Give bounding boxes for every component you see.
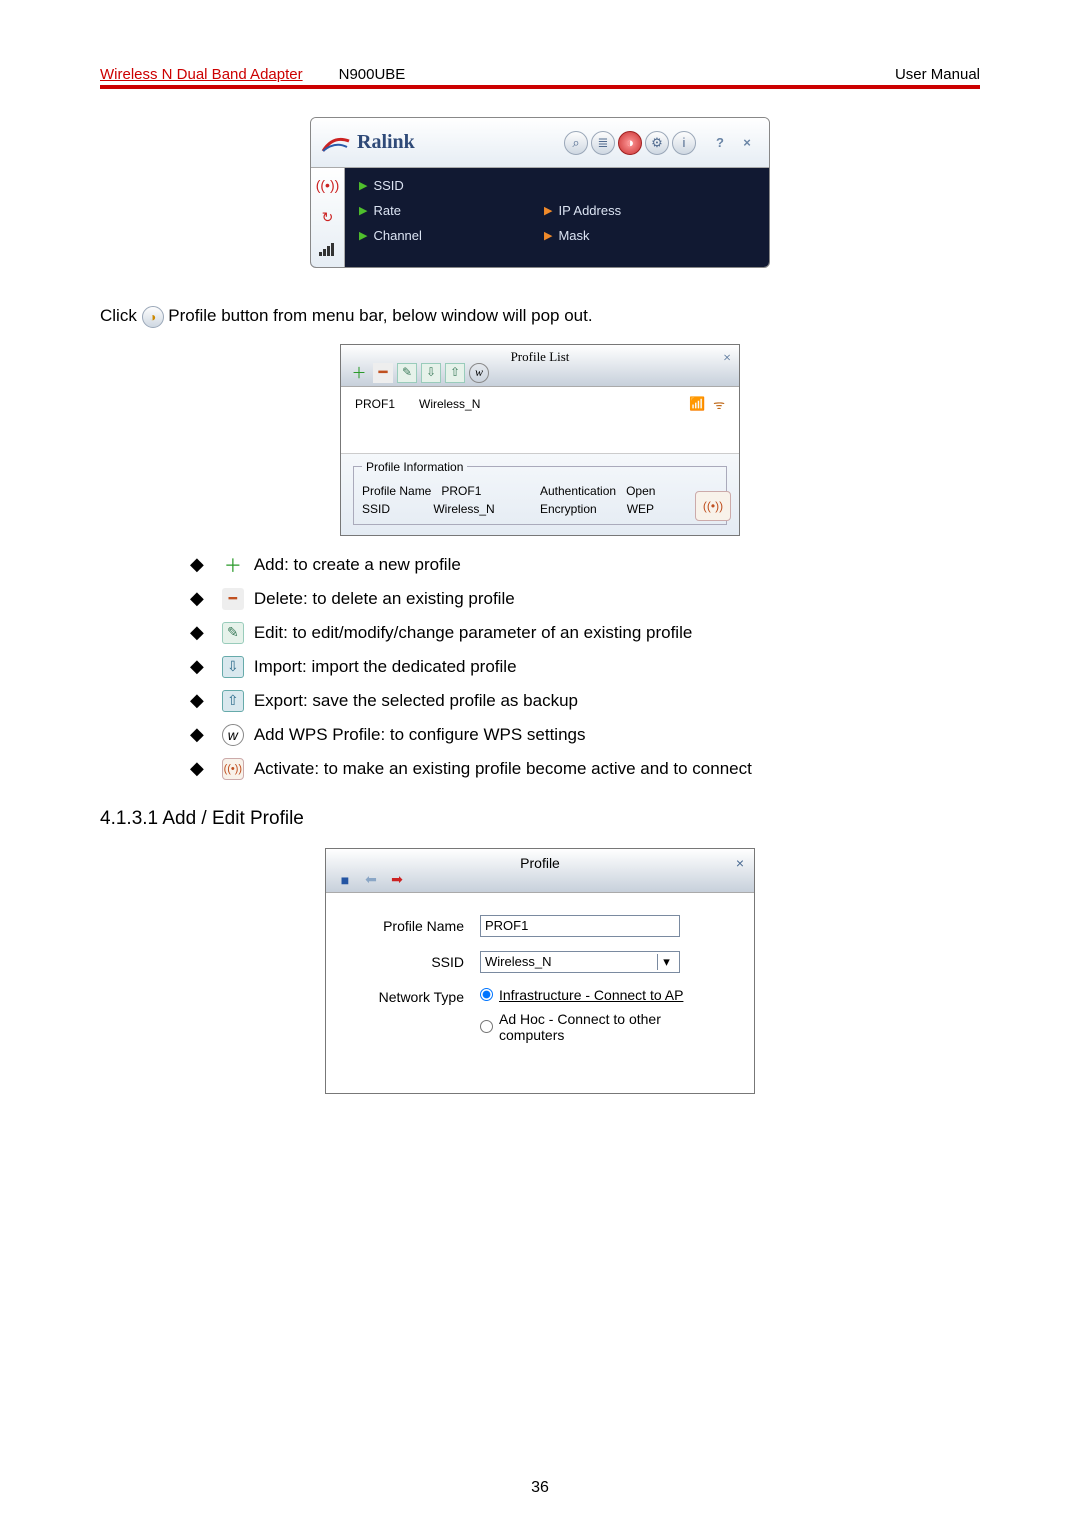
radio-adhoc[interactable] [480,1020,493,1033]
close-icon[interactable]: × [735,131,759,155]
export-icon: ⇧ [222,690,244,712]
wps-icon[interactable]: w [469,363,489,383]
forward-icon[interactable]: ➡ [388,872,406,888]
list-icon[interactable]: ≣ [591,131,615,155]
add-icon: ＋ [222,554,244,576]
page-number: 36 [0,1479,1080,1497]
profile-button-inline-icon: ◑ [142,306,164,328]
ralink-status-window: Ralink ⌕ ≣ ◑ ⚙ i ? × ((•)) ↻ [310,117,770,268]
signal-icon: 📶 [689,396,705,412]
import-icon: ⇩ [222,656,244,678]
security-icon: ᯤ [713,395,725,413]
profile-row-name: PROF1 [355,397,395,411]
activate-icon: ((•)) [222,758,244,780]
header-doc-type: User Manual [895,66,980,83]
ssid-select-value: Wireless_N [485,954,551,969]
profile-row[interactable]: PROF1 Wireless_N 📶 ᯤ [355,395,725,413]
ip-label: IP Address [558,203,621,218]
ralink-titlebar: Ralink ⌕ ≣ ◑ ⚙ i ? × [311,118,769,168]
mask-label: Mask [558,228,589,243]
radio-infra[interactable] [480,988,493,1001]
delete-icon[interactable]: ━ [373,363,393,383]
profile-name-label: Profile Name [352,918,480,934]
profile-info-legend: Profile Information [362,460,467,474]
profile-list-window: Profile List × ＋ ━ ✎ ⇩ ⇧ w PROF1 Wireles… [340,344,740,536]
chevron-down-icon: ▾ [657,954,675,970]
ssid-select[interactable]: Wireless_N ▾ [480,951,680,973]
ralink-sidebar: ((•)) ↻ [311,168,345,267]
network-type-adhoc[interactable]: Ad Hoc - Connect to other computers [480,1011,728,1043]
ralink-brand-text: Ralink [357,131,415,154]
close-icon[interactable]: × [723,351,731,367]
rate-label: Rate [373,203,400,218]
profile-edit-window: Profile × ■ ⬅ ➡ Profile Name SSID Wirele… [325,848,755,1094]
help-icon[interactable]: ? [708,131,732,155]
profile-icon[interactable]: ◑ [618,131,642,155]
export-icon[interactable]: ⇧ [445,363,465,383]
edit-icon[interactable]: ✎ [397,363,417,383]
wps-icon: w [222,724,244,746]
refresh-icon[interactable]: ↻ [317,206,339,228]
signal-icon[interactable] [317,238,339,260]
stop-icon[interactable]: ■ [336,872,354,888]
import-icon[interactable]: ⇩ [421,363,441,383]
search-icon[interactable]: ⌕ [564,131,588,155]
ssid-label: SSID [352,954,480,970]
edit-window-title: Profile [326,855,754,871]
icon-legend-list: ◆＋Add: to create a new profile ◆━Delete:… [100,554,980,780]
instruction-text: Click ◑ Profile button from menu bar, be… [100,304,980,328]
header-model: N900UBE [339,66,406,83]
page-header: Wireless N Dual Band Adapter N900UBE Use… [100,66,980,89]
network-type-label: Network Type [352,987,480,1005]
profile-info-group: Profile Information Profile Name PROF1 A… [353,460,727,525]
activate-button[interactable]: ((•)) [695,491,731,521]
add-icon[interactable]: ＋ [349,363,369,383]
advanced-icon[interactable]: ⚙ [645,131,669,155]
profile-row-ssid: Wireless_N [419,397,480,411]
ssid-label: SSID [373,178,403,193]
channel-label: Channel [373,228,421,243]
edit-icon: ✎ [222,622,244,644]
ralink-logo-icon [321,131,351,155]
header-product: Wireless N Dual Band Adapter [100,66,303,83]
profile-list-area: PROF1 Wireless_N 📶 ᯤ [341,387,739,454]
section-heading: 4.1.3.1 Add / Edit Profile [100,808,980,830]
back-icon[interactable]: ⬅ [362,872,380,888]
info-icon[interactable]: i [672,131,696,155]
network-type-infra[interactable]: Infrastructure - Connect to AP [480,987,728,1003]
delete-icon: ━ [222,588,244,610]
antenna-icon[interactable]: ((•)) [317,174,339,196]
profile-name-input[interactable] [480,915,680,937]
close-icon[interactable]: × [736,855,744,871]
